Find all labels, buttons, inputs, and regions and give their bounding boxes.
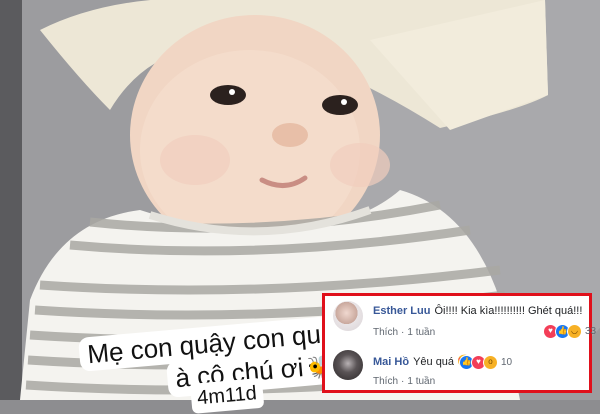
reaction-summary[interactable]: 👍 ♥ o 10 (459, 354, 512, 370)
haha-reaction-icon: ◡ (567, 323, 582, 339)
caption-text-3: 4m11d (196, 382, 258, 410)
like-link[interactable]: Thích (373, 327, 398, 338)
comment-author[interactable]: Mai Hồ (373, 356, 409, 368)
reaction-count: 10 (501, 356, 513, 368)
comment-body: Esther Luu Ôi!!!! Kia kìa!!!!!!!!!! Ghét … (373, 305, 582, 317)
comment-time[interactable]: 1 tuần (407, 376, 435, 387)
comment-text: Ôi!!!! Kia kìa!!!!!!!!!! Ghét quá!!! (434, 305, 583, 317)
comment-time[interactable]: 1 tuần (407, 327, 435, 338)
like-link[interactable]: Thích (373, 376, 398, 387)
avatar[interactable] (333, 301, 363, 331)
comment-actions: Thích · 1 tuần (373, 327, 435, 338)
comment-item: Esther Luu Ôi!!!! Kia kìa!!!!!!!!!! Ghét … (331, 299, 596, 345)
wow-reaction-icon: o (483, 354, 498, 370)
comment-panel: Esther Luu Ôi!!!! Kia kìa!!!!!!!!!! Ghét … (322, 293, 596, 394)
separator-dot: · (401, 327, 405, 338)
comment-body: Mai HồYêu quá 😍 (373, 354, 472, 368)
story-caption-line-3: 4m11d (190, 377, 265, 414)
reaction-count: 33 (585, 325, 597, 337)
reaction-summary[interactable]: ♥ 👍 ◡ 33 (543, 323, 596, 339)
comment-item: Mai HồYêu quá 😍 👍 ♥ o 10 Thích·1 tuần (331, 348, 589, 394)
avatar[interactable] (333, 350, 363, 380)
comment-author[interactable]: Esther Luu (373, 305, 430, 317)
separator-dot: · (401, 376, 405, 387)
comment-text: Yêu quá (413, 356, 455, 368)
comment-actions: Thích · 1 tuần (373, 376, 435, 387)
